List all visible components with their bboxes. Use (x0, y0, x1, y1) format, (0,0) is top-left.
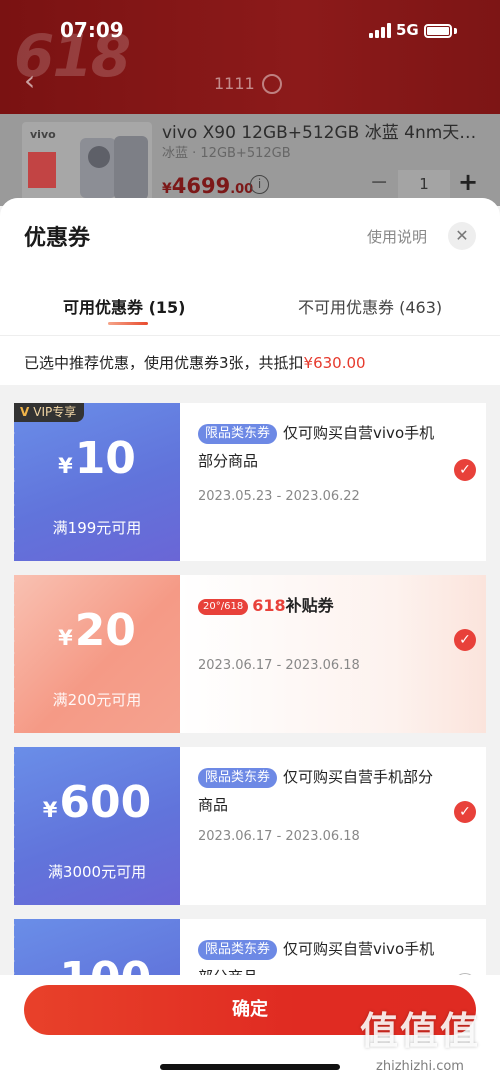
quantity-value[interactable]: 1 (398, 170, 450, 198)
sheet-header: 优惠券 使用说明 ✕ 可用优惠券 (15) 不可用优惠券 (463) (0, 198, 500, 335)
vip-icon: V (20, 405, 30, 419)
close-icon[interactable]: ✕ (448, 222, 476, 250)
coupon-validity: 2023.06.17 - 2023.06.18 (198, 658, 360, 673)
product-price-tag (28, 152, 56, 188)
coupon-details: 20°/618 618补贴券 2023.06.17 - 2023.06.18 ✓ (180, 575, 486, 733)
product-image: vivo (22, 122, 152, 206)
sheet-title: 优惠券 (24, 226, 91, 251)
summary-amount: ¥630.00 (303, 354, 366, 372)
home-indicator[interactable] (160, 1064, 340, 1070)
summary-prefix: 已选中推荐优惠，使用优惠券3张，共抵扣 (24, 354, 304, 372)
product-spec: 冰蓝 · 12GB+512GB (162, 146, 291, 161)
coupon-value-panel: ¥600 满3000元可用 (14, 747, 180, 905)
tab-unavailable-coupons[interactable]: 不可用优惠券 (463) (298, 294, 442, 318)
usage-instructions-link[interactable]: 使用说明 (367, 226, 427, 247)
watermark-url: zhizhizhi.com (376, 1059, 464, 1074)
coupon-condition: 满199元可用 (52, 519, 142, 537)
site-watermark: 值值值 zhizhizhi.com (350, 1000, 490, 1074)
coupon-value-panel: V VIP专享 ¥10 满199元可用 (14, 403, 180, 561)
coupon-category-tag: 限品类东券 (198, 940, 278, 960)
price-currency: ¥ (162, 181, 172, 197)
check-icon[interactable]: ✓ (454, 459, 476, 481)
phone-front-image (114, 136, 148, 200)
price-info-icon[interactable]: i (250, 175, 269, 194)
coupon-description: 限品类东券 仅可购买自营手机部分商品 (198, 768, 434, 814)
status-bar: 07:09 5G (0, 0, 500, 58)
coupon-condition: 满3000元可用 (47, 863, 147, 881)
coupon-validity: 2023.05.23 - 2023.06.22 (198, 489, 360, 504)
coupon-amount: ¥20 (58, 605, 136, 656)
location-icon[interactable] (262, 74, 282, 94)
check-icon[interactable]: ✓ (454, 629, 476, 651)
coupon-category-tag: 限品类东券 (198, 768, 278, 788)
coupon-sheet: 优惠券 使用说明 ✕ 可用优惠券 (15) 不可用优惠券 (463) 已选中推荐… (0, 198, 500, 1083)
product-brand-logo: vivo (30, 128, 56, 141)
product-price: ¥4699.00 (162, 174, 253, 198)
coupon-value-panel: ¥20 满200元可用 (14, 575, 180, 733)
coupon-card[interactable]: ¥600 满3000元可用 限品类东券 仅可购买自营手机部分商品 2023.06.… (14, 747, 486, 905)
coupon-details: 限品类东券 仅可购买自营vivo手机部分商品 2023.05.23 - 2023.… (180, 403, 486, 561)
summary-text: 已选中推荐优惠，使用优惠券3张，共抵扣¥630.00 (24, 352, 366, 373)
vip-badge: V VIP专享 (14, 403, 85, 422)
coupon-card[interactable]: V VIP专享 ¥10 满199元可用 限品类东券 仅可购买自营vivo手机部分商品… (14, 403, 486, 561)
active-tab-indicator (108, 322, 148, 325)
coupon-condition: 满200元可用 (52, 691, 142, 709)
tab-available-coupons[interactable]: 可用优惠券 (15) (63, 294, 185, 318)
network-label: 5G (396, 21, 419, 39)
status-time: 07:09 (60, 18, 124, 42)
phone-back-image (80, 138, 116, 198)
discount-summary: 已选中推荐优惠，使用优惠券3张，共抵扣¥630.00 (0, 335, 500, 385)
back-arrow-icon[interactable]: ‹ (24, 67, 42, 95)
check-icon[interactable]: ✓ (454, 801, 476, 823)
quantity-minus-button[interactable]: − (370, 170, 388, 195)
price-integer: 4699 (171, 174, 231, 198)
coupon-card[interactable]: ¥20 满200元可用 20°/618 618补贴券 2023.06.17 - 2… (14, 575, 486, 733)
coupon-details: 限品类东券 仅可购买自营手机部分商品 2023.06.17 - 2023.06.1… (180, 747, 486, 905)
quantity-plus-button[interactable]: + (458, 168, 478, 196)
coupon-amount: ¥600 (42, 777, 152, 828)
coupon-category-tag: 限品类东券 (198, 424, 278, 444)
coupon-description: 限品类东券仅可购买自营vivo手机部分商品 (198, 424, 435, 470)
subsidy-coupon-logo: 20°/618 618补贴券 (198, 592, 334, 616)
coupon-amount: ¥10 (58, 433, 136, 484)
header-number: 1111 (214, 74, 255, 93)
battery-icon (424, 24, 452, 38)
signal-icon (369, 22, 393, 38)
battery-tip (454, 28, 457, 34)
product-title: vivo X90 12GB+512GB 冰蓝 4nm天… (162, 123, 477, 143)
coupon-validity: 2023.06.17 - 2023.06.18 (198, 829, 360, 844)
watermark-logo: 值值值 (359, 1009, 480, 1053)
